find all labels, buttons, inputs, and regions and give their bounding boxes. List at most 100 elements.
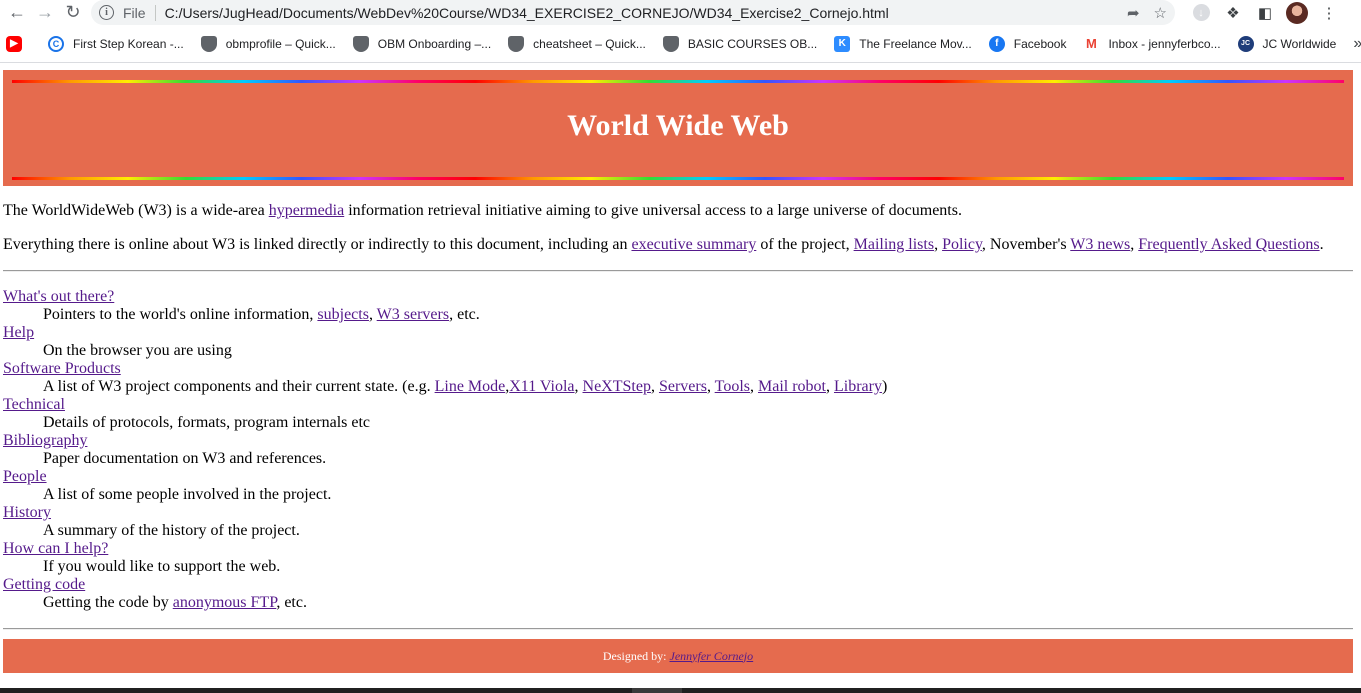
url-text[interactable]: C:/Users/JugHead/Documents/WebDev%20Cour…	[165, 5, 1113, 21]
link-mail-robot[interactable]: Mail robot	[758, 378, 826, 395]
link-faq[interactable]: Frequently Asked Questions	[1138, 236, 1319, 253]
address-bar[interactable]: i File C:/Users/JugHead/Documents/WebDev…	[91, 0, 1175, 25]
jc-icon: JC	[1237, 35, 1254, 52]
text: of the project,	[756, 236, 854, 253]
omnibox-divider	[154, 4, 156, 21]
footer: Designed by: Jennyfer Cornejo	[3, 639, 1353, 673]
topic-term: People	[3, 468, 1353, 486]
link-x11-viola[interactable]: X11 Viola	[509, 378, 574, 395]
header-banner: World Wide Web	[3, 70, 1353, 186]
topic-description: A summary of the history of the project.	[43, 522, 300, 539]
footer-label: Designed by:	[602, 648, 667, 663]
link-author[interactable]: Jennyfer Cornejo	[670, 649, 754, 664]
link-how-can-i-help[interactable]: How can I help?	[3, 540, 108, 557]
link-whats-out-there[interactable]: What's out there?	[3, 288, 114, 305]
topic-description: A list of some people involved in the pr…	[43, 486, 332, 503]
link-getting-code[interactable]: Getting code	[3, 576, 85, 593]
bookmark-youtube[interactable]: ▶	[6, 35, 31, 52]
link-library[interactable]: Library	[834, 378, 882, 395]
bookmark-item[interactable]: C First Step Korean -...	[48, 35, 184, 52]
profile-avatar[interactable]	[1281, 1, 1313, 25]
topic-term: Help	[3, 324, 1353, 342]
side-panel-icon[interactable]: ◧	[1249, 1, 1281, 25]
intro-paragraph-1: The WorldWideWeb (W3) is a wide-area hyp…	[3, 202, 1353, 220]
link-w3-servers[interactable]: W3 servers	[377, 306, 449, 323]
link-anonymous-ftp[interactable]: anonymous FTP	[173, 594, 277, 611]
bookmark-label: Inbox - jennyferbco...	[1108, 36, 1221, 51]
link-mailing-lists[interactable]: Mailing lists	[854, 236, 934, 253]
bookmark-item[interactable]: K The Freelance Mov...	[834, 35, 972, 52]
topic-description: Pointers to the world's online informati…	[43, 306, 1353, 324]
bookmark-label: Facebook	[1013, 36, 1067, 51]
topic-term: Technical	[3, 396, 1353, 414]
rainbow-divider-top	[12, 80, 1344, 83]
bookmark-item[interactable]: M Inbox - jennyferbco...	[1083, 35, 1221, 52]
link-policy[interactable]: Policy	[942, 236, 982, 253]
more-bookmarks-icon[interactable]: »	[1353, 35, 1361, 53]
bookmark-label: OBM Onboarding –...	[377, 36, 492, 51]
link-bibliography[interactable]: Bibliography	[3, 432, 87, 449]
link-help[interactable]: Help	[3, 324, 34, 341]
bookmark-label: cheatsheet – Quick...	[533, 36, 646, 51]
divider	[3, 628, 1353, 630]
back-arrow-icon[interactable]: ←	[3, 1, 31, 25]
shield-icon	[352, 35, 369, 52]
c-icon: C	[48, 35, 64, 52]
text: ,	[574, 378, 583, 395]
shield-icon	[508, 35, 525, 52]
bookmark-item[interactable]: f Facebook	[988, 35, 1067, 52]
text: A list of W3 project components and thei…	[43, 378, 435, 395]
text: ,	[650, 378, 659, 395]
menu-kebab-icon[interactable]: ⋮	[1313, 1, 1345, 25]
taskbar-item[interactable]	[632, 688, 682, 693]
topic-description: Details of protocols, formats, program i…	[43, 414, 371, 431]
page-content: World Wide Web The WorldWideWeb (W3) is …	[0, 63, 1361, 693]
link-subjects[interactable]: subjects	[317, 306, 369, 323]
link-software-products[interactable]: Software Products	[3, 360, 121, 377]
link-executive-summary[interactable]: executive summary	[631, 236, 756, 253]
bookmark-item[interactable]: obmprofile – Quick...	[200, 35, 336, 52]
link-history[interactable]: History	[3, 504, 51, 521]
reload-icon[interactable]: ↻	[59, 1, 87, 25]
topic-term: Software Products	[3, 360, 1353, 378]
extensions-puzzle-icon[interactable]: ❖	[1217, 1, 1249, 25]
youtube-icon: ▶	[6, 35, 22, 52]
link-w3-news[interactable]: W3 news	[1070, 236, 1130, 253]
star-icon[interactable]: ☆	[1154, 4, 1167, 22]
text: information retrieval initiative aiming …	[344, 202, 962, 219]
topic-term: What's out there?	[3, 288, 1353, 306]
bookmark-label: First Step Korean -...	[73, 36, 184, 51]
rainbow-divider-bottom	[12, 177, 1344, 180]
text: , etc.	[276, 594, 307, 611]
forward-arrow-icon[interactable]: →	[31, 1, 59, 25]
bookmark-item[interactable]: BASIC COURSES OB...	[662, 35, 818, 52]
link-servers[interactable]: Servers	[659, 378, 707, 395]
link-people[interactable]: People	[3, 468, 47, 485]
text: Everything there is online about W3 is l…	[3, 236, 632, 253]
topic-description: On the browser you are using	[43, 342, 232, 359]
topic-term: History	[3, 504, 1353, 522]
text: ,	[825, 378, 834, 395]
bookmark-label: The Freelance Mov...	[859, 36, 972, 51]
bookmark-item[interactable]: OBM Onboarding –...	[352, 35, 492, 52]
share-icon[interactable]: ➦	[1127, 4, 1140, 22]
shield-icon	[662, 35, 679, 52]
download-icon[interactable]: ↓	[1185, 1, 1217, 25]
facebook-icon: f	[988, 35, 1005, 52]
link-line-mode[interactable]: Line Mode	[435, 378, 506, 395]
topic-description: Paper documentation on W3 and references…	[43, 450, 327, 467]
link-technical[interactable]: Technical	[3, 396, 65, 413]
bookmark-item[interactable]: JC JC Worldwide	[1237, 35, 1336, 52]
topic-term: Getting code	[3, 576, 1353, 594]
browser-toolbar: ← → ↻ i File C:/Users/JugHead/Documents/…	[0, 0, 1361, 25]
topic-term: How can I help?	[3, 540, 1353, 558]
text: The WorldWideWeb (W3) is a wide-area	[3, 202, 269, 219]
bookmark-label: BASIC COURSES OB...	[687, 36, 818, 51]
link-tools[interactable]: Tools	[715, 378, 750, 395]
link-hypermedia[interactable]: hypermedia	[269, 202, 345, 219]
info-icon[interactable]: i	[99, 5, 114, 20]
bookmark-item[interactable]: cheatsheet – Quick...	[508, 35, 646, 52]
text: Getting the code by	[43, 594, 173, 611]
link-nextstep[interactable]: NeXTStep	[583, 378, 651, 395]
bookmarks-bar: ▶ C First Step Korean -... obmprofile – …	[0, 25, 1361, 63]
